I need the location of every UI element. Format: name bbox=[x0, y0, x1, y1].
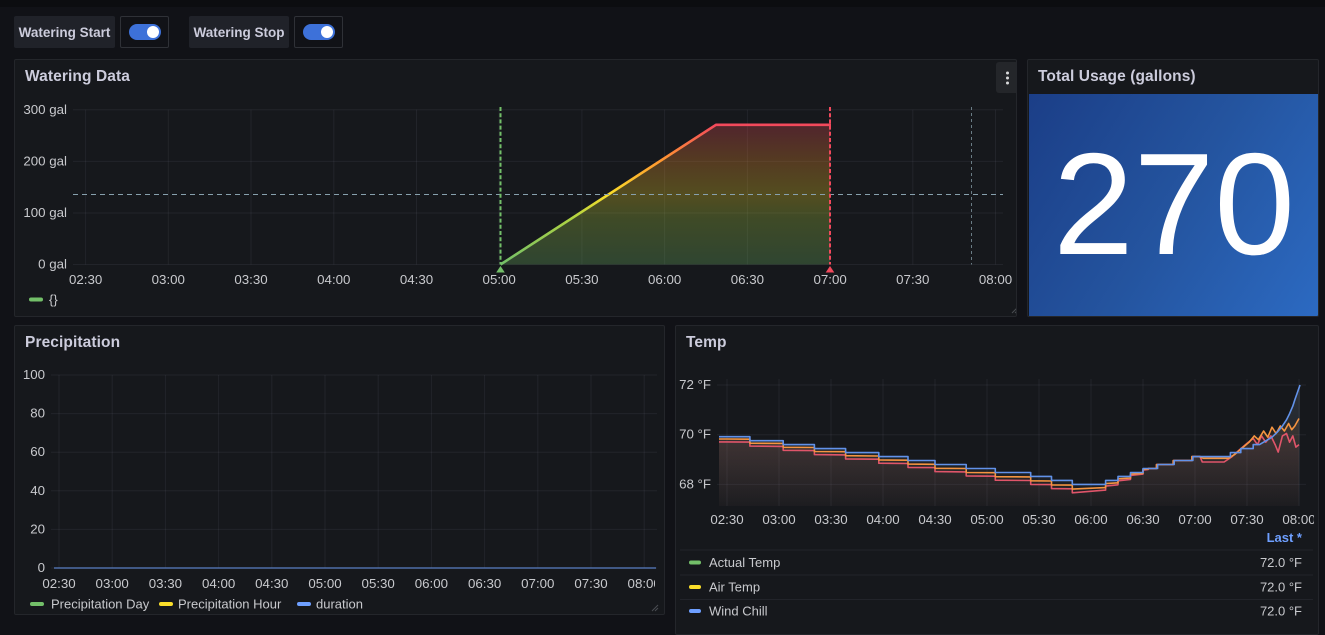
svg-text:02:30: 02:30 bbox=[42, 576, 75, 591]
svg-text:03:30: 03:30 bbox=[814, 512, 847, 527]
svg-text:05:00: 05:00 bbox=[970, 512, 1003, 527]
svg-text:06:00: 06:00 bbox=[1074, 512, 1107, 527]
svg-text:duration: duration bbox=[316, 597, 363, 612]
svg-text:72 °F: 72 °F bbox=[679, 377, 711, 392]
svg-text:05:30: 05:30 bbox=[1022, 512, 1055, 527]
svg-text:02:30: 02:30 bbox=[69, 272, 102, 287]
svg-text:40: 40 bbox=[30, 483, 45, 498]
svg-text:07:00: 07:00 bbox=[1178, 512, 1211, 527]
svg-text:07:00: 07:00 bbox=[521, 576, 554, 591]
svg-text:60: 60 bbox=[30, 444, 45, 459]
svg-text:03:30: 03:30 bbox=[234, 272, 267, 287]
svg-text:08:00: 08:00 bbox=[628, 576, 661, 591]
svg-text:03:00: 03:00 bbox=[96, 576, 129, 591]
svg-text:04:30: 04:30 bbox=[918, 512, 951, 527]
svg-text:Air Temp: Air Temp bbox=[709, 580, 760, 595]
svg-text:20: 20 bbox=[30, 521, 45, 536]
svg-text:06:30: 06:30 bbox=[468, 576, 501, 591]
svg-text:04:00: 04:00 bbox=[866, 512, 899, 527]
svg-text:06:00: 06:00 bbox=[415, 576, 448, 591]
svg-text:03:00: 03:00 bbox=[762, 512, 795, 527]
svg-text:05:30: 05:30 bbox=[362, 576, 395, 591]
svg-text:Last *: Last * bbox=[1267, 530, 1303, 545]
svg-text:07:00: 07:00 bbox=[813, 272, 846, 287]
svg-text:03:30: 03:30 bbox=[149, 576, 182, 591]
svg-text:04:00: 04:00 bbox=[202, 576, 235, 591]
svg-text:08:00: 08:00 bbox=[979, 272, 1012, 287]
svg-text:0 gal: 0 gal bbox=[38, 257, 67, 272]
svg-text:{}: {} bbox=[49, 292, 58, 307]
svg-text:07:30: 07:30 bbox=[896, 272, 929, 287]
svg-text:300 gal: 300 gal bbox=[23, 102, 67, 117]
svg-text:Wind Chill: Wind Chill bbox=[709, 604, 768, 619]
svg-text:05:30: 05:30 bbox=[565, 272, 598, 287]
svg-text:04:00: 04:00 bbox=[317, 272, 350, 287]
svg-text:80: 80 bbox=[30, 406, 45, 421]
svg-text:72.0 °F: 72.0 °F bbox=[1260, 555, 1302, 570]
svg-text:68 °F: 68 °F bbox=[679, 476, 711, 491]
svg-text:Actual Temp: Actual Temp bbox=[709, 555, 780, 570]
svg-text:0: 0 bbox=[38, 560, 45, 575]
svg-text:72.0 °F: 72.0 °F bbox=[1260, 604, 1302, 619]
svg-text:200 gal: 200 gal bbox=[23, 153, 67, 168]
svg-text:04:30: 04:30 bbox=[255, 576, 288, 591]
svg-text:07:30: 07:30 bbox=[574, 576, 607, 591]
svg-text:02:30: 02:30 bbox=[710, 512, 743, 527]
svg-text:05:00: 05:00 bbox=[483, 272, 516, 287]
svg-text:03:00: 03:00 bbox=[152, 272, 185, 287]
svg-text:70 °F: 70 °F bbox=[679, 427, 711, 442]
svg-text:06:30: 06:30 bbox=[1126, 512, 1159, 527]
svg-text:04:30: 04:30 bbox=[400, 272, 433, 287]
svg-text:72.0 °F: 72.0 °F bbox=[1260, 580, 1302, 595]
svg-text:Precipitation Hour: Precipitation Hour bbox=[178, 597, 282, 612]
svg-text:100 gal: 100 gal bbox=[23, 205, 67, 220]
svg-text:08:00: 08:00 bbox=[1282, 512, 1315, 527]
svg-text:07:30: 07:30 bbox=[1230, 512, 1263, 527]
svg-text:05:00: 05:00 bbox=[308, 576, 341, 591]
svg-text:06:00: 06:00 bbox=[648, 272, 681, 287]
svg-text:06:30: 06:30 bbox=[731, 272, 764, 287]
svg-text:100: 100 bbox=[23, 367, 45, 382]
svg-text:Precipitation Day: Precipitation Day bbox=[51, 597, 150, 612]
